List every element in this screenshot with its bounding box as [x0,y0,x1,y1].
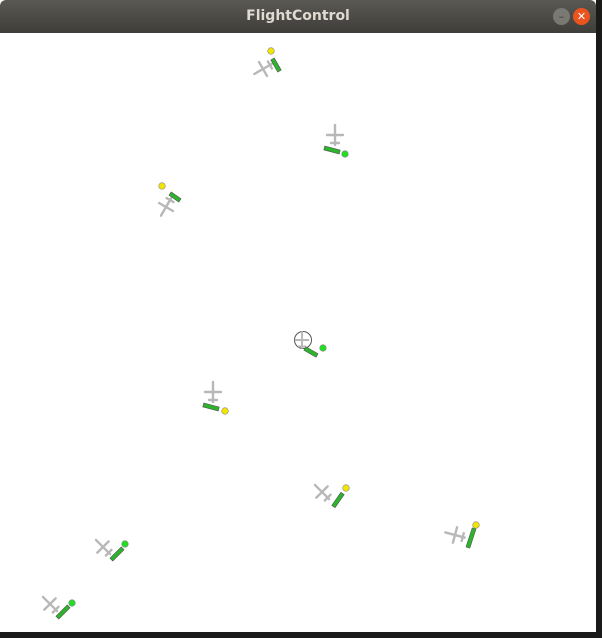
airspace-svg[interactable] [0,33,596,632]
fuel-bar [323,145,341,155]
fuel-bar [331,491,345,509]
status-dot [342,484,350,492]
plane-icon[interactable] [325,123,345,147]
aircraft-4[interactable] [294,331,327,358]
window-frame-bottom [0,632,602,638]
minimize-button[interactable]: – [553,8,570,25]
plane-icon[interactable] [442,523,468,547]
status-dot [319,344,327,352]
aircraft-8[interactable] [89,533,129,562]
aircraft-3[interactable] [152,182,182,221]
aircraft-2[interactable] [323,123,349,158]
fuel-bar [202,402,220,412]
fuel-bar [303,346,319,358]
aircraft-1[interactable] [249,47,282,83]
status-dot [267,47,275,55]
status-dot [341,150,349,158]
status-dot [472,521,480,529]
close-button[interactable]: ✕ [573,8,590,25]
fuel-bar [465,527,477,549]
plane-icon[interactable] [308,478,336,506]
fuel-bar [270,57,282,73]
status-dot [221,407,229,415]
window-title: FlightControl [246,8,350,24]
plane-icon[interactable] [203,380,223,404]
close-icon: ✕ [576,10,587,23]
aircraft-6[interactable] [308,478,350,509]
status-dot [158,182,166,190]
window-frame-right [596,0,602,638]
title-bar[interactable]: FlightControl – ✕ [0,0,596,33]
aircraft-7[interactable] [442,521,480,549]
flightcontrol-window: FlightControl – ✕ [0,0,596,632]
minimize-icon: – [558,10,565,23]
aircraft-9[interactable] [36,590,76,620]
status-dot [68,599,76,607]
plane-icon[interactable] [294,331,310,349]
airspace-canvas[interactable] [0,33,596,632]
aircraft-5[interactable] [202,380,229,415]
status-dot [121,540,129,548]
